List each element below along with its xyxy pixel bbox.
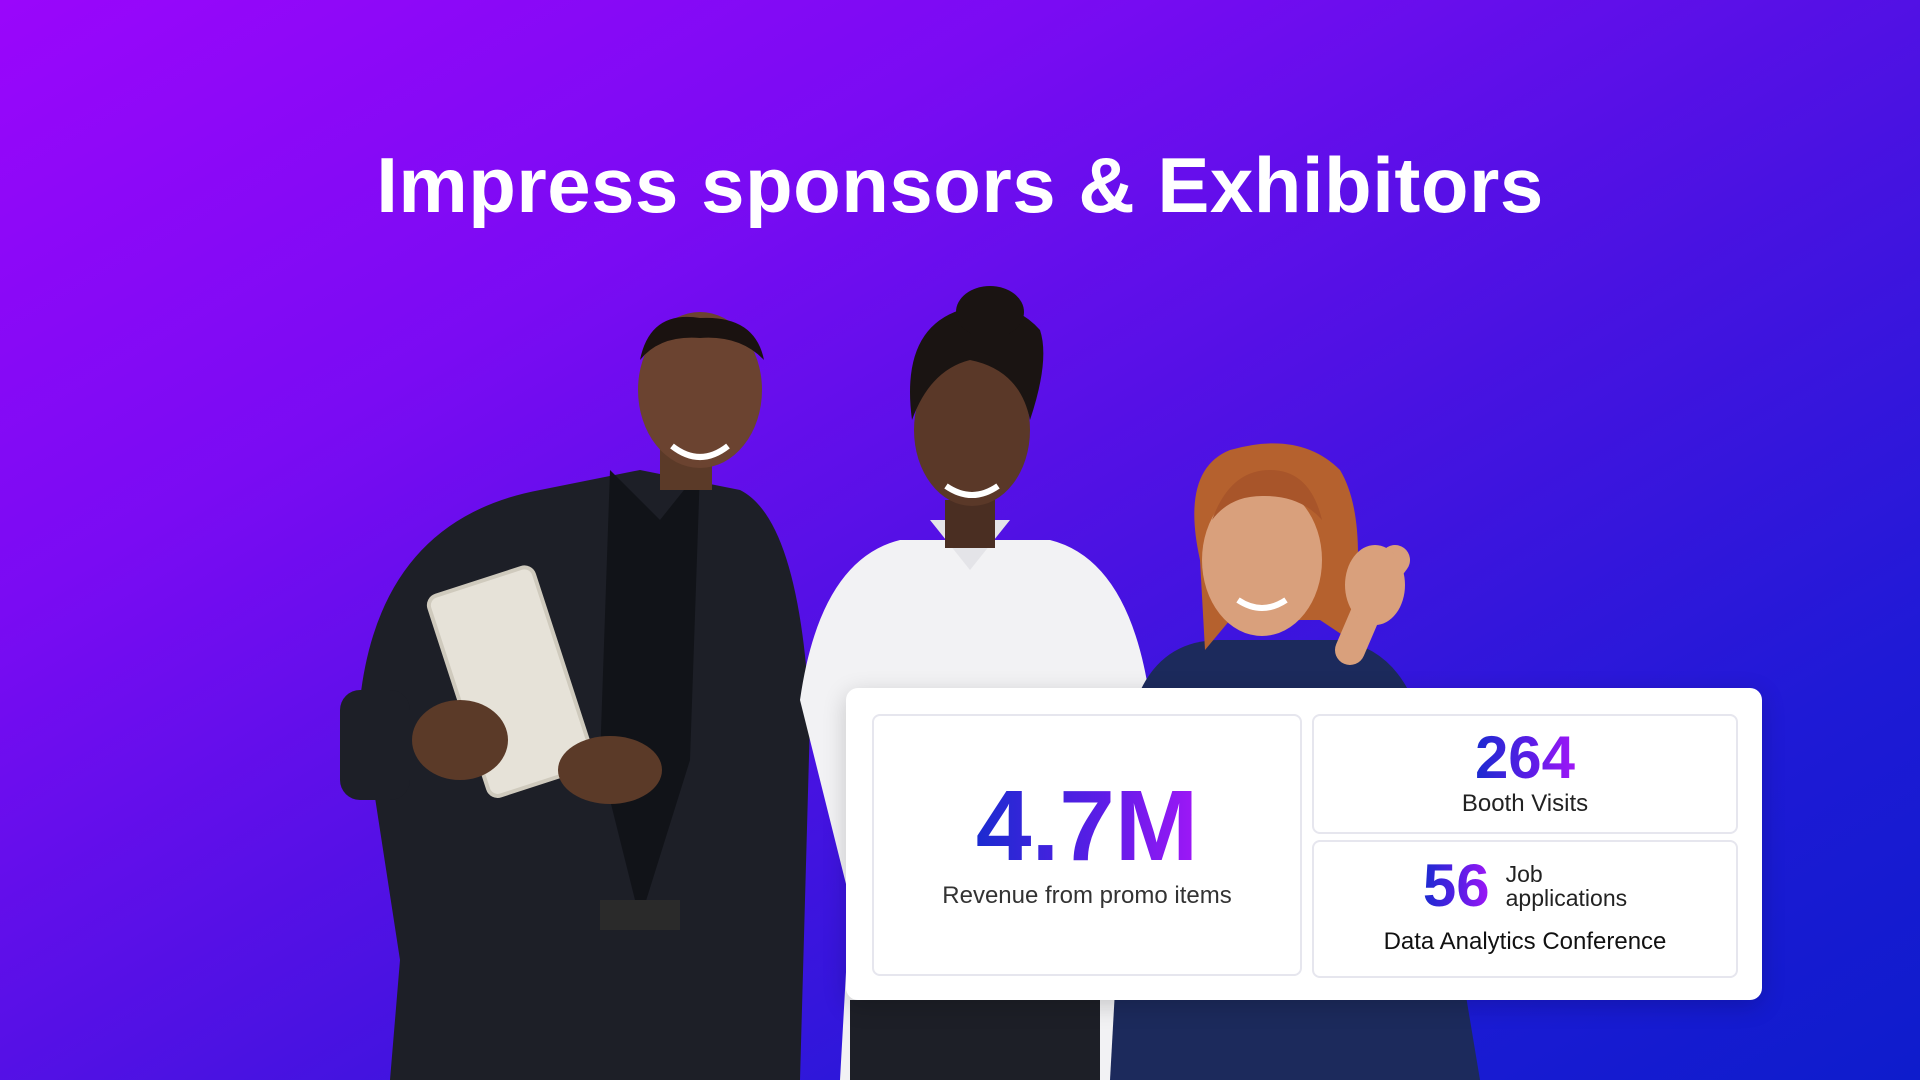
booth-visits-label: Booth Visits bbox=[1461, 790, 1589, 817]
stats-panel: 4.7M Revenue from promo items 264 Booth … bbox=[846, 688, 1762, 1000]
booth-visits-card: 264 Booth Visits bbox=[1312, 714, 1738, 834]
job-applications-card: 56 Job applications Data Analytics Confe… bbox=[1312, 840, 1738, 978]
job-label-line2: applications bbox=[1505, 885, 1628, 911]
job-applications-label: Job applications bbox=[1506, 862, 1627, 910]
job-label-line1: Job bbox=[1505, 860, 1543, 887]
revenue-label: Revenue from promo items bbox=[942, 882, 1232, 909]
revenue-card: 4.7M Revenue from promo items bbox=[872, 714, 1302, 976]
booth-visits-value: 264 bbox=[1474, 724, 1576, 791]
person-man-suit bbox=[340, 312, 810, 1080]
revenue-value: 4.7M bbox=[975, 770, 1199, 882]
conference-name: Data Analytics Conference bbox=[1383, 928, 1667, 955]
job-applications-value: 56 bbox=[1422, 852, 1490, 919]
